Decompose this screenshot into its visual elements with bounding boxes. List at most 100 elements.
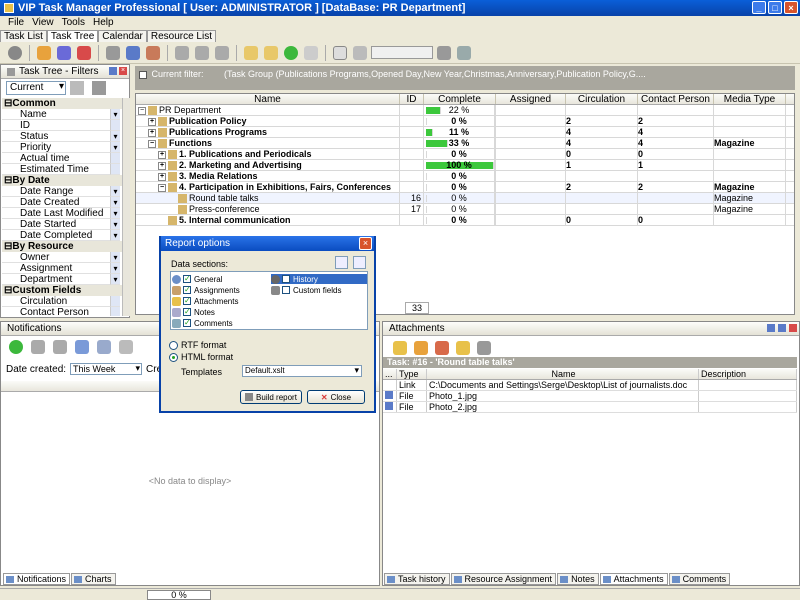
col-type[interactable]: Type (397, 369, 427, 379)
col-name[interactable]: Name (136, 94, 400, 105)
col-contact-person[interactable]: Contact Person (638, 94, 714, 105)
inbox-button[interactable] (73, 338, 91, 356)
tab-comments[interactable]: Comments (668, 573, 731, 585)
section-comments[interactable]: ✓ Comments (172, 318, 233, 328)
table-row[interactable]: + Publication Policy 0 % 2 2 (136, 116, 794, 127)
close-button[interactable]: × (784, 1, 798, 14)
lock-attachment-button[interactable] (475, 339, 493, 357)
forward-button[interactable] (117, 338, 135, 356)
delete-task-button[interactable] (75, 44, 93, 62)
checkbox[interactable]: ✓ (183, 275, 191, 283)
report-button[interactable] (302, 44, 320, 62)
col-id[interactable]: ID (400, 94, 424, 105)
move-button[interactable] (173, 44, 191, 62)
print-button[interactable] (351, 44, 369, 62)
filter-item[interactable]: Name ▾ (2, 109, 122, 120)
expand-toggle-icon[interactable]: − (148, 139, 156, 148)
expand-toggle-icon[interactable]: − (138, 106, 146, 115)
build-report-button[interactable]: Build report (240, 390, 302, 404)
html-radio[interactable] (169, 353, 178, 363)
settings-button[interactable] (6, 44, 24, 62)
filter-button[interactable] (104, 44, 122, 62)
restore-icon[interactable] (778, 324, 786, 332)
tab-attachments[interactable]: Attachments (599, 573, 668, 585)
section-assignments[interactable]: ✓ Assignments (172, 285, 240, 295)
table-row[interactable]: − PR Department 22 % (136, 105, 794, 116)
open-attachment-button[interactable] (454, 339, 472, 357)
close-icon[interactable]: × (119, 67, 127, 75)
layout-button[interactable] (455, 44, 473, 62)
table-row[interactable]: Round table talks 16 0 % Magazine (136, 193, 794, 204)
filter-item[interactable]: Owner ▾ (2, 252, 122, 263)
unread-button[interactable] (51, 338, 69, 356)
filter-item[interactable]: Date Created ▾ (2, 197, 122, 208)
filter-options-icon[interactable] (92, 81, 106, 95)
deselect-all-icon[interactable] (353, 256, 366, 269)
menu-view[interactable]: View (32, 17, 54, 28)
filter-funnel-icon[interactable] (70, 81, 84, 95)
rtf-format-option[interactable]: RTF format (169, 340, 226, 351)
table-row[interactable]: +1. Publications and Periodicals 0 % 0 0 (136, 149, 794, 160)
table-row[interactable]: − 4. Participation in Exhibitions, Fairs,… (136, 182, 794, 193)
filter-item[interactable]: Date Range ▾ (2, 186, 122, 197)
filter-item[interactable]: Estimated Time (2, 164, 122, 175)
section-attachments[interactable]: ✓ Attachments (172, 296, 238, 306)
filter-item[interactable]: Contact Person (2, 307, 122, 316)
rtf-radio[interactable] (169, 341, 178, 351)
checkbox[interactable]: ✓ (183, 308, 191, 316)
filter-item[interactable]: Date Started ▾ (2, 219, 122, 230)
attachment-row[interactable]: File Photo_1.jpg (383, 391, 797, 402)
checkbox[interactable] (282, 286, 290, 294)
table-row[interactable]: 5. Internal communication 0 % 0 0 (136, 215, 794, 226)
col-media-type[interactable]: Media Type (714, 94, 786, 105)
tab-notes[interactable]: Notes (557, 573, 599, 585)
tab-charts[interactable]: Charts (71, 573, 116, 585)
expand-toggle-icon[interactable]: − (158, 183, 166, 192)
table-row[interactable]: + Publications Programs 11 % 4 4 (136, 127, 794, 138)
filter-group[interactable]: ⊟ By Date (2, 175, 122, 186)
checkbox[interactable]: ✓ (183, 297, 191, 305)
col-assigned[interactable]: Assigned (496, 94, 566, 105)
resource-button[interactable] (144, 44, 162, 62)
menu-tools[interactable]: Tools (62, 17, 85, 28)
current-filter-checkbox[interactable] (139, 70, 147, 79)
filter-item[interactable]: Assignment ▾ (2, 263, 122, 274)
expand-toggle-icon[interactable]: + (148, 128, 156, 137)
tab-calendar[interactable]: Calendar (98, 30, 147, 42)
expand-toggle-icon[interactable]: + (158, 150, 166, 159)
tab-task-tree[interactable]: Task Tree (46, 30, 99, 42)
expand-button[interactable] (242, 44, 260, 62)
table-row[interactable]: Press-conference 17 0 % Magazine (136, 204, 794, 215)
filter-item[interactable]: Circulation (2, 296, 122, 307)
col-name[interactable]: Name (427, 369, 699, 379)
table-row[interactable]: − Functions 33 % 4 4 Magazine (136, 138, 794, 149)
tab-task-list[interactable]: Task List (0, 30, 47, 42)
filter-item[interactable]: Date Last Modified ▾ (2, 208, 122, 219)
filter-item[interactable]: Status ▾ (2, 131, 122, 142)
filter-group[interactable]: ⊟ Custom Fields (2, 285, 122, 296)
expand-toggle-icon[interactable]: + (158, 172, 166, 181)
filter-item[interactable]: ID (2, 120, 122, 131)
filters-scrollbar[interactable] (122, 98, 130, 316)
move-up-button[interactable] (193, 44, 211, 62)
col-description[interactable]: Description (699, 369, 797, 379)
checkbox[interactable]: ✓ (183, 319, 191, 327)
expand-toggle-icon[interactable]: + (148, 117, 156, 126)
section-general[interactable]: ✓ General (172, 274, 222, 284)
section-notes[interactable]: ✓ Notes (172, 307, 215, 317)
checkbox[interactable] (282, 275, 290, 283)
col-complete[interactable]: Complete (424, 94, 496, 105)
send-button[interactable] (95, 338, 113, 356)
filter-group[interactable]: ⊟ By Resource (2, 241, 122, 252)
tab-notifications[interactable]: Notifications (3, 573, 71, 585)
section-custom-fields[interactable]: Custom fields (271, 285, 341, 295)
attachment-row[interactable]: Link C:\Documents and Settings\Serge\Des… (383, 380, 797, 391)
view-toggle-button[interactable] (331, 44, 349, 62)
tab-task-history[interactable]: Task history (384, 573, 450, 585)
zoom-combo[interactable] (371, 46, 433, 59)
filter-group[interactable]: ⊟ Common (2, 98, 122, 109)
assign-button[interactable] (124, 44, 142, 62)
tab-resource-list[interactable]: Resource List (146, 30, 216, 42)
template-select[interactable]: Default.xslt (242, 365, 362, 377)
date-created-select[interactable]: This Week (70, 363, 143, 375)
